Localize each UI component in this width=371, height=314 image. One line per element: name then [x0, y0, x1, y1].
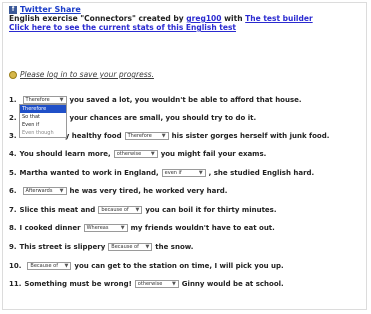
key-icon — [9, 70, 17, 79]
chevron-down-icon: ▼ — [120, 225, 125, 231]
question-text: you saved a lot, you wouldn't be able to… — [69, 96, 302, 104]
select-value: otherwise — [137, 281, 163, 287]
answer-select[interactable]: even if ▼ — [161, 169, 206, 177]
select-value: otherwise — [116, 151, 142, 157]
answer-select[interactable]: Afterwards ▼ — [22, 187, 67, 195]
facebook-icon[interactable]: f — [9, 5, 17, 14]
page-header: f Twitter Share English exercise "Connec… — [9, 5, 313, 32]
question-text: he was very tired, he worked very hard. — [69, 187, 228, 195]
share-bar: f Twitter Share — [9, 5, 313, 14]
question-text: your chances are small, you should try t… — [69, 114, 257, 122]
chevron-down-icon: ▼ — [135, 207, 140, 213]
question-text-before: This street is slippery — [19, 243, 106, 251]
question-text-before: Slice this meat and — [19, 206, 96, 214]
dropdown-option[interactable]: Even if — [20, 121, 66, 129]
twitter-share-link[interactable]: Twitter Share — [20, 5, 81, 14]
select-value: Afterwards — [25, 188, 53, 194]
select-value: Because of — [111, 244, 139, 250]
select-value: Whereas — [86, 225, 109, 231]
login-link[interactable]: Please log in to save your progress. — [20, 70, 154, 79]
select-value: even if — [164, 170, 182, 176]
question-7: 7. Slice this meat and because of ▼ you c… — [9, 206, 277, 214]
answer-select[interactable]: because of ▼ — [98, 206, 143, 214]
question-text: his sister gorges herself with junk food… — [171, 132, 330, 140]
dropdown-option[interactable]: Therefore — [20, 105, 66, 113]
question-text: Ginny would be at school. — [181, 280, 284, 288]
select-value: Therefore — [127, 133, 152, 139]
question-text: you might fail your exams. — [160, 150, 267, 158]
answer-select[interactable]: otherwise ▼ — [134, 280, 179, 288]
question-number: 2. — [9, 114, 17, 122]
question-text: you can get to the station on time, I wi… — [74, 262, 284, 270]
question-8: 8. I cooked dinner Whereas ▼ my friends w… — [9, 224, 275, 232]
chevron-down-icon: ▼ — [145, 244, 150, 250]
question-10: 10. Because of ▼ you can get to the stati… — [9, 262, 284, 270]
stats-line: Click here to see the current stats of t… — [9, 23, 313, 32]
question-number: 11. — [9, 280, 22, 288]
chevron-down-icon: ▼ — [150, 151, 155, 157]
question-4: 4. You should learn more, otherwise ▼ you… — [9, 150, 266, 158]
test-builder-link[interactable]: The test builder — [245, 14, 313, 23]
question-text: my friends wouldn't have to eat out. — [130, 224, 275, 232]
question-text: the snow. — [155, 243, 194, 251]
credit-prefix: English exercise "Connectors" created by — [9, 14, 184, 23]
question-number: 1. — [9, 96, 17, 104]
answer-select[interactable]: Therefore ▼ — [124, 132, 169, 140]
answer-select[interactable]: otherwise ▼ — [113, 150, 158, 158]
answer-dropdown-menu: Therefore So that Even if Even though — [19, 104, 67, 138]
question-text-before: Martha wanted to work in England, — [19, 169, 159, 177]
chevron-down-icon: ▼ — [64, 263, 69, 269]
question-number: 6. — [9, 187, 17, 195]
stats-link[interactable]: Click here to see the current stats of t… — [9, 23, 236, 32]
question-number: 5. — [9, 169, 17, 177]
chevron-down-icon: ▼ — [161, 133, 166, 139]
chevron-down-icon: ▼ — [59, 97, 64, 103]
select-value: Therefore — [25, 97, 50, 103]
select-value: Because of — [30, 263, 58, 269]
question-11: 11. Something must be wrong! otherwise ▼ … — [9, 280, 284, 288]
dropdown-option[interactable]: Even though — [20, 129, 66, 137]
question-number: 9. — [9, 243, 17, 251]
select-value: because of — [101, 207, 129, 213]
credit-mid: with — [224, 14, 243, 23]
question-number: 10. — [9, 262, 22, 270]
login-notice: Please log in to save your progress. — [9, 70, 154, 79]
answer-select[interactable]: Because of ▼ — [27, 262, 72, 270]
chevron-down-icon: ▼ — [59, 188, 64, 194]
question-text-before: Something must be wrong! — [24, 280, 132, 288]
question-number: 3. — [9, 132, 17, 140]
question-text-before: I cooked dinner — [19, 224, 81, 232]
dropdown-option[interactable]: So that — [20, 113, 66, 121]
answer-select[interactable]: Whereas ▼ — [83, 224, 128, 232]
question-number: 8. — [9, 224, 17, 232]
question-number: 7. — [9, 206, 17, 214]
question-9: 9. This street is slippery Because of ▼ t… — [9, 243, 193, 251]
credit-line: English exercise "Connectors" created by… — [9, 14, 313, 23]
chevron-down-icon: ▼ — [171, 281, 176, 287]
question-text: you can boil it for thirty minutes. — [145, 206, 277, 214]
question-text: , she studied English hard. — [208, 169, 315, 177]
question-1: 1. Therefore ▼ you saved a lot, you would… — [9, 96, 302, 104]
chevron-down-icon: ▼ — [198, 170, 203, 176]
answer-select[interactable]: Because of ▼ — [108, 243, 153, 251]
question-text-before: You should learn more, — [19, 150, 111, 158]
question-6: 6. Afterwards ▼ he was very tired, he wor… — [9, 187, 227, 195]
question-5: 5. Martha wanted to work in England, eve… — [9, 169, 314, 177]
author-link[interactable]: greg100 — [186, 14, 221, 23]
answer-select[interactable]: Therefore ▼ — [22, 96, 67, 104]
question-number: 4. — [9, 150, 17, 158]
